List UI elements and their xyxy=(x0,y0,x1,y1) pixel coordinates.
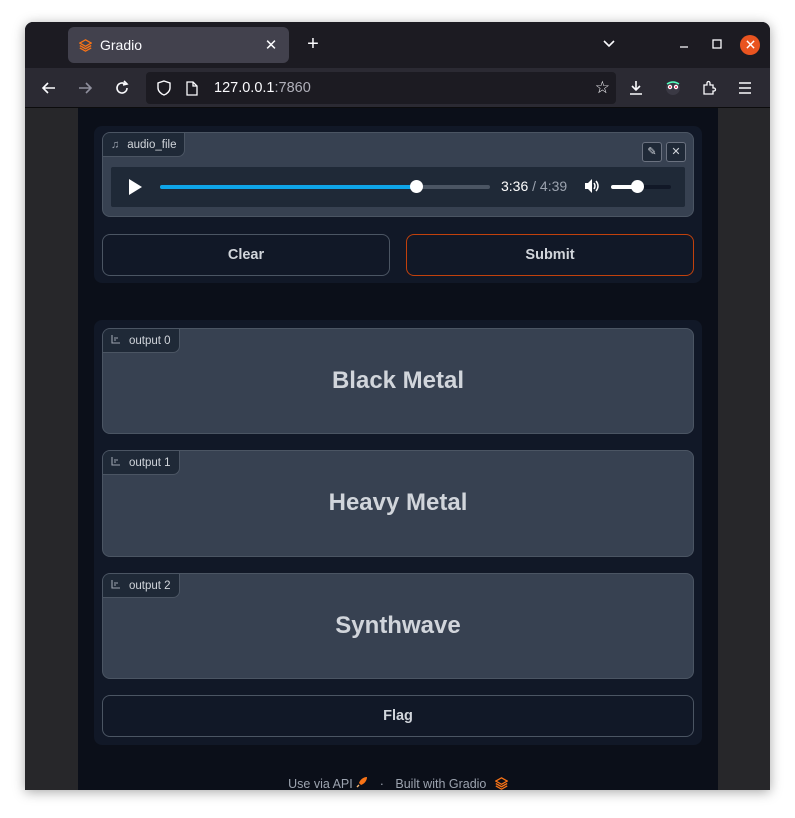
forward-arrow-icon[interactable] xyxy=(73,76,97,100)
tab-list-chevron-icon[interactable] xyxy=(598,34,620,56)
output-value: Black Metal xyxy=(331,367,465,394)
url-port: :7860 xyxy=(274,80,311,96)
extensions-icon[interactable] xyxy=(697,76,721,100)
new-tab-icon[interactable]: + xyxy=(301,33,325,57)
seek-handle[interactable] xyxy=(409,180,423,193)
output-label-0: output 0 xyxy=(103,329,180,353)
shield-icon[interactable] xyxy=(154,78,174,98)
clear-audio-icon[interactable]: ✕ xyxy=(666,142,686,162)
output-block-0: output 0 Black Metal xyxy=(102,328,694,434)
output-block-1: output 1 Heavy Metal xyxy=(102,450,694,557)
browser-window: Gradio ✕ + 127.0.0.1:7860 ☆ ♫ audio_file… xyxy=(25,22,770,790)
submit-button[interactable]: Submit xyxy=(406,234,694,276)
url-host: 127.0.0.1 xyxy=(214,80,275,96)
close-tab-icon[interactable]: ✕ xyxy=(263,36,279,54)
window-close-icon[interactable] xyxy=(740,35,760,55)
reload-icon[interactable] xyxy=(110,76,134,100)
bookmark-star-icon[interactable]: ☆ xyxy=(595,78,610,98)
volume-slider[interactable] xyxy=(611,180,671,193)
output-value: Synthwave xyxy=(335,612,461,639)
play-icon[interactable] xyxy=(129,179,142,195)
audio-input-block: ♫ audio_file ✎ ✕ 3:36 / 4:39 xyxy=(102,132,694,217)
label-chart-icon xyxy=(111,579,121,592)
label-chart-icon xyxy=(111,334,121,347)
download-icon[interactable] xyxy=(624,76,648,100)
use-via-api-link[interactable]: Use via API xyxy=(288,777,353,790)
gradio-favicon-icon xyxy=(78,38,92,52)
gradio-logo-icon[interactable] xyxy=(490,777,509,790)
page-icon xyxy=(182,78,202,98)
time-separator: / xyxy=(532,178,537,194)
tab-strip: Gradio ✕ + xyxy=(25,22,770,68)
edit-pencil-icon[interactable]: ✎ xyxy=(642,142,662,162)
audio-label-text: audio_file xyxy=(127,138,177,151)
tab-title: Gradio xyxy=(100,37,143,53)
menu-hamburger-icon[interactable] xyxy=(733,76,757,100)
navigation-bar: 127.0.0.1:7860 ☆ xyxy=(25,68,770,108)
maximize-icon[interactable] xyxy=(706,34,728,56)
minimize-icon[interactable] xyxy=(673,34,695,56)
built-with-gradio-link[interactable]: Built with Gradio xyxy=(395,777,486,790)
output-label-text: output 0 xyxy=(129,334,171,347)
volume-handle[interactable] xyxy=(630,180,644,193)
seek-bar-fill xyxy=(160,185,416,189)
time-display: 3:36 / 4:39 xyxy=(501,178,567,194)
output-block-2: output 2 Synthwave xyxy=(102,573,694,679)
output-panel: output 0 Black Metal output 1 Heavy Meta… xyxy=(94,320,702,745)
output-label-text: output 2 xyxy=(129,579,171,592)
url-text[interactable]: 127.0.0.1:7860 xyxy=(214,80,311,96)
footer-separator: · xyxy=(379,777,384,790)
footer: Use via API · Built with Gradio xyxy=(78,776,718,790)
input-panel: ♫ audio_file ✎ ✕ 3:36 / 4:39 Clear Submi… xyxy=(94,126,702,283)
clear-button[interactable]: Clear xyxy=(102,234,390,276)
volume-icon[interactable] xyxy=(583,177,603,197)
browser-tab[interactable]: Gradio ✕ xyxy=(68,27,289,63)
music-note-icon: ♫ xyxy=(111,138,120,151)
output-label-text: output 1 xyxy=(129,456,171,469)
url-bar[interactable]: 127.0.0.1:7860 ☆ xyxy=(146,72,616,104)
flag-button[interactable]: Flag xyxy=(102,695,694,737)
audio-label: ♫ audio_file xyxy=(103,133,186,157)
duration: 4:39 xyxy=(539,178,568,194)
account-avatar-icon[interactable] xyxy=(661,76,685,100)
output-label-2: output 2 xyxy=(103,574,180,598)
page-viewport: ♫ audio_file ✎ ✕ 3:36 / 4:39 Clear Submi… xyxy=(25,108,770,790)
current-time: 3:36 xyxy=(501,178,529,194)
seek-bar[interactable] xyxy=(160,180,490,193)
audio-player: 3:36 / 4:39 xyxy=(111,167,685,207)
output-value: Heavy Metal xyxy=(328,489,468,516)
gradio-app: ♫ audio_file ✎ ✕ 3:36 / 4:39 Clear Submi… xyxy=(78,108,718,790)
label-chart-icon xyxy=(111,456,121,469)
rocket-icon[interactable] xyxy=(356,777,371,790)
output-label-1: output 1 xyxy=(103,451,180,475)
back-arrow-icon[interactable] xyxy=(37,76,61,100)
